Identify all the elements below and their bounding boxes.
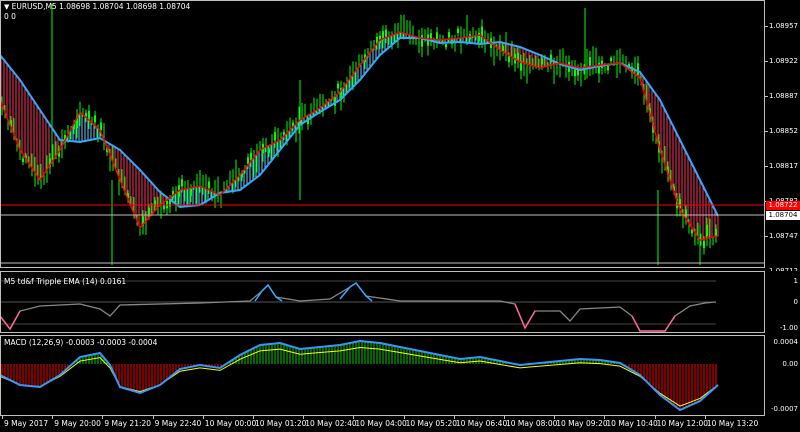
- time-tick-mark: [453, 416, 455, 419]
- price-tick: 1.08817: [769, 162, 798, 170]
- current-price-tag: 1.08704: [766, 211, 800, 220]
- time-axis[interactable]: 9 May 2017 9 May 20:00 9 May 21:20 9 May 22…: [0, 416, 800, 432]
- time-tick: 10 May 08:00: [506, 419, 558, 428]
- tema-tick-bottom: -1.00: [779, 324, 798, 332]
- time-tick: 10 May 05:20: [405, 419, 458, 428]
- indicator-values-label: 0 0: [4, 12, 16, 21]
- price-tick: 1.08887: [769, 92, 798, 100]
- time-tick: 9 May 2017: [4, 419, 49, 428]
- price-tick-mark: [765, 96, 768, 97]
- time-tick: 10 May 01:20: [255, 419, 307, 428]
- macd-pane-border: [0, 335, 765, 416]
- tema-axis: 1 0 -1.00: [765, 271, 800, 333]
- time-tick-mark: [504, 416, 505, 419]
- tema-tick-top: 1: [793, 277, 798, 285]
- price-axis[interactable]: 1.08957 1.08922 1.08887 1.08852 1.08817 1.087…: [765, 0, 800, 345]
- price-tick-mark: [765, 61, 768, 62]
- time-tick: 10 May 09:20: [556, 419, 608, 428]
- price-tick-mark: [765, 236, 768, 237]
- main-chart-border: [0, 0, 765, 268]
- tema-tick-mid: 0: [793, 298, 798, 306]
- macd-axis: 0.0004 0.00 -0.0007: [765, 335, 800, 416]
- main-chart-pane[interactable]: ▼ EURUSD,M5 1.08698 1.08704 1.08698 1.08…: [0, 0, 800, 345]
- price-tick: 1.08852: [769, 127, 798, 135]
- time-tick-mark: [102, 416, 104, 419]
- time-tick: 10 May 13:20: [706, 419, 759, 428]
- time-tick-mark: [52, 416, 54, 419]
- price-tick-mark: [765, 166, 768, 167]
- price-tick: 1.08922: [769, 57, 798, 65]
- macd-tick-bottom: -0.0007: [770, 405, 798, 413]
- time-tick: 10 May 10:40: [606, 419, 658, 428]
- macd-tick-top: 0.0004: [773, 338, 799, 346]
- time-tick-mark: [554, 416, 556, 419]
- time-tick-mark: [152, 416, 154, 419]
- time-tick-mark: [353, 416, 355, 419]
- symbol-info-text: EURUSD,M5 1.08698 1.08704 1.08698 1.0870…: [11, 2, 191, 11]
- time-tick: 10 May 04:00: [355, 419, 407, 428]
- time-tick-mark: [2, 416, 3, 419]
- price-tick-mark: [765, 131, 768, 132]
- time-tick: 10 May 00:00: [204, 419, 257, 428]
- time-tick-mark: [704, 416, 706, 419]
- time-tick: 9 May 20:00: [54, 419, 101, 428]
- time-tick-mark: [303, 416, 305, 419]
- macd-tick-zero: 0.00: [782, 360, 798, 368]
- macd-label: MACD (12,26,9) -0.0003 -0.0003 -0.0004: [4, 338, 158, 347]
- macd-indicator-pane[interactable]: MACD (12,26,9) -0.0003 -0.0003 -0.0004 0…: [0, 335, 800, 416]
- time-tick-mark: [202, 416, 204, 419]
- time-tick: 10 May 12:00: [656, 419, 709, 428]
- price-tick: 1.08747: [769, 232, 798, 240]
- red-line-price-tag: 1.08722: [766, 201, 800, 210]
- collapse-triangle-icon[interactable]: ▼: [4, 3, 12, 11]
- time-tick: 9 May 21:20: [104, 419, 152, 428]
- time-tick-mark: [253, 416, 254, 419]
- time-tick-mark: [654, 416, 656, 419]
- symbol-label: ▼ EURUSD,M5 1.08698 1.08704 1.08698 1.08…: [4, 2, 190, 11]
- time-tick: 9 May 22:40: [154, 419, 202, 428]
- tema-indicator-pane[interactable]: M5 td&f Tripple EMA (14) 0.0161 1 0 -1.0…: [0, 271, 800, 333]
- tema-label: M5 td&f Tripple EMA (14) 0.0161: [4, 277, 127, 286]
- price-tick: 1.08957: [769, 22, 798, 30]
- time-tick-mark: [403, 416, 405, 419]
- price-tick-mark: [765, 26, 768, 27]
- time-tick-mark: [604, 416, 606, 419]
- time-tick: 10 May 06:40: [455, 419, 508, 428]
- time-tick: 10 May 02:40: [305, 419, 357, 428]
